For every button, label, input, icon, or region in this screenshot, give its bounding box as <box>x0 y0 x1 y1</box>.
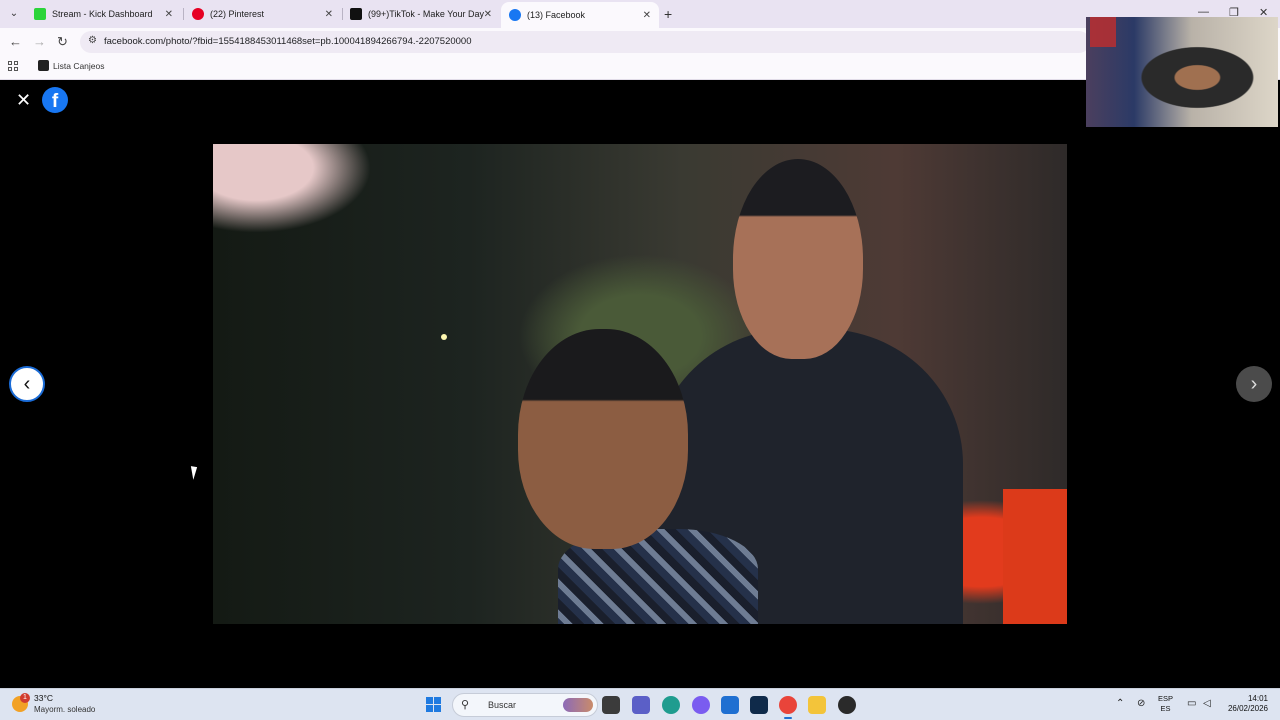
store-icon[interactable] <box>721 696 739 714</box>
clock-time: 14:01 <box>1247 694 1268 703</box>
bookmark-label: Lista Canjeos <box>53 60 105 71</box>
taskbar-search[interactable]: ⚲ Buscar <box>452 693 598 717</box>
site-info-icon[interactable]: ⚙ <box>88 35 97 46</box>
tab-title: (22) Pinterest <box>210 9 265 19</box>
tab-tiktok[interactable]: (99+)TikTok - Make Your Day ✕ <box>342 2 500 26</box>
tab-title: Stream - Kick Dashboard <box>52 9 153 19</box>
apps-grid-icon[interactable] <box>8 61 20 73</box>
taskbar: 1 33°C Mayorm. soleado ⚲ Buscar ⌃ ⊘ ESP <box>0 688 1280 720</box>
forward-arrow-icon[interactable]: → <box>33 34 46 49</box>
tray-chevron-icon[interactable]: ⌃ <box>1116 698 1124 709</box>
previous-photo-button[interactable]: ‹ <box>9 366 45 402</box>
mouse-cursor-icon <box>190 464 206 480</box>
explorer-icon[interactable] <box>808 696 826 714</box>
bookmark-lista-canjeos[interactable]: Lista Canjeos <box>38 60 105 71</box>
network-icon[interactable]: ⊘ <box>1137 698 1145 709</box>
address-bar[interactable]: ⚙ facebook.com/photo/?fbid=1554188453011… <box>80 31 1090 53</box>
tab-close-icon[interactable]: ✕ <box>484 9 492 20</box>
keyboard-layout: ES <box>1160 704 1171 713</box>
sun-icon: 1 <box>12 693 30 712</box>
tab-title: (99+)TikTok - Make Your Day <box>368 9 484 19</box>
chrome-icon[interactable] <box>779 696 797 714</box>
tab-kick-dashboard[interactable]: Stream - Kick Dashboard ✕ <box>26 2 181 26</box>
obs-icon[interactable] <box>838 696 856 714</box>
bookmark-favicon-icon <box>38 60 49 71</box>
copilot-icon[interactable] <box>692 696 710 714</box>
pinterest-favicon-icon <box>192 8 204 20</box>
kick-favicon-icon <box>34 8 46 20</box>
tiktok-favicon-icon <box>350 8 362 20</box>
url-text[interactable]: facebook.com/photo/?fbid=155418845301146… <box>104 36 472 47</box>
windows-start-icon[interactable] <box>426 697 442 713</box>
active-app-indicator <box>784 717 792 719</box>
notification-badge: 1 <box>20 693 30 703</box>
tab-search-chevron-icon[interactable]: ⌄ <box>6 6 22 22</box>
screen: ⌄ Stream - Kick Dashboard ✕ (22) Pintere… <box>0 0 1280 720</box>
back-arrow-icon[interactable]: ← <box>9 34 22 49</box>
new-tab-plus-icon[interactable]: + <box>664 6 672 22</box>
language-indicator[interactable]: ESP ES <box>1158 694 1173 714</box>
facebook-favicon-icon <box>509 9 521 21</box>
reload-icon[interactable]: ↻ <box>57 34 68 50</box>
search-highlight-art <box>563 698 593 712</box>
volume-icon[interactable]: ◁ <box>1203 698 1211 709</box>
photo-streetlight <box>441 334 447 340</box>
tab-close-icon[interactable]: ✕ <box>165 9 173 20</box>
tab-close-icon[interactable]: ✕ <box>643 10 651 21</box>
tab-close-icon[interactable]: ✕ <box>325 9 333 20</box>
photo-viewer: ✕ f ‹ › <box>0 81 1280 688</box>
tab-facebook[interactable]: (13) Facebook ✕ <box>501 2 659 28</box>
next-photo-button[interactable]: › <box>1236 366 1272 402</box>
search-icon: ⚲ <box>461 699 470 711</box>
photo-client <box>498 329 758 624</box>
facebook-logo-icon[interactable]: f <box>42 87 68 113</box>
language-code: ESP <box>1158 694 1174 703</box>
edge-icon[interactable] <box>662 696 680 714</box>
webcam-overlay <box>1086 17 1278 127</box>
photo-red-sign <box>1003 489 1067 624</box>
clock-date: 26/02/2026 <box>1227 704 1268 713</box>
weather-widget[interactable]: 1 33°C Mayorm. soleado <box>12 693 95 715</box>
photo-image <box>213 144 1067 624</box>
system-clock[interactable]: 14:01 26/02/2026 <box>1222 694 1268 714</box>
tab-title: (13) Facebook <box>527 10 586 20</box>
close-viewer-icon[interactable]: ✕ <box>16 90 31 111</box>
photoshop-icon[interactable] <box>750 696 768 714</box>
file-manager-icon[interactable] <box>602 696 620 714</box>
weather-description: Mayorm. soleado <box>34 705 96 714</box>
search-placeholder: Buscar <box>488 700 517 710</box>
display-icon[interactable]: ▭ <box>1187 698 1196 709</box>
teams-icon[interactable] <box>632 696 650 714</box>
tab-pinterest[interactable]: (22) Pinterest ✕ <box>184 2 341 26</box>
weather-temperature: 33°C <box>34 693 53 703</box>
